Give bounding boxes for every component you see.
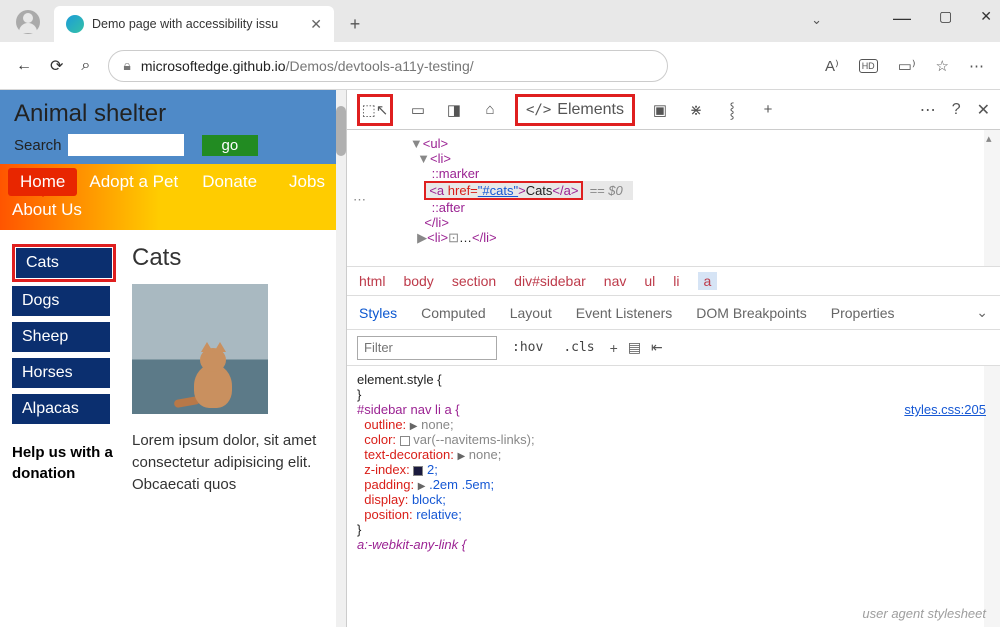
user-agent-label: user agent stylesheet <box>862 606 986 621</box>
computed-icon[interactable]: ▤ <box>628 339 641 356</box>
home-icon[interactable]: ⌂ <box>479 99 501 121</box>
browser-tab[interactable]: Demo page with accessibility issu ✕ <box>54 6 334 42</box>
tab-listeners[interactable]: Event Listeners <box>576 305 673 321</box>
elements-tab[interactable]: </> Elements <box>515 94 635 126</box>
dom-tree[interactable]: ▴ ⋯ ▼<ul> ▼<li> ::marker <a href="#cats"… <box>347 130 1000 266</box>
new-rule-icon[interactable]: + <box>610 340 618 356</box>
back-button[interactable]: ← <box>16 57 32 75</box>
sidebar-cats[interactable]: Cats <box>16 248 112 278</box>
sidebar-sheep[interactable]: Sheep <box>12 322 110 352</box>
cls-toggle[interactable]: .cls <box>558 338 599 357</box>
nav-adopt[interactable]: Adopt a Pet <box>77 168 190 196</box>
app-icon[interactable]: ▣ <box>649 99 671 121</box>
content-heading: Cats <box>132 244 334 272</box>
search-label: Search <box>14 137 62 154</box>
more-icon[interactable]: ⋯ <box>969 57 984 75</box>
demo-page: Animal shelter Search go Home Adopt a Pe… <box>0 90 346 627</box>
address-bar[interactable]: 🔒︎ microsoftedge.github.io/Demos/devtool… <box>108 50 668 82</box>
sidebar-dogs[interactable]: Dogs <box>12 286 110 316</box>
help-text: Help us with a donation <box>12 442 116 484</box>
search-input[interactable] <box>68 134 184 156</box>
styles-tabs: Styles Computed Layout Event Listeners D… <box>347 296 1000 330</box>
crumb-html[interactable]: html <box>359 273 385 289</box>
maximize-button[interactable]: ▢ <box>939 8 952 29</box>
devtools-panel: ⬚↖ ▭ ◨ ⌂ </> Elements ▣ ⋇ ⸾ + ⋯ ? ✕ ▴ ⋯ … <box>346 90 1000 627</box>
lock-icon: 🔒︎ <box>123 57 130 74</box>
hov-toggle[interactable]: :hov <box>507 338 548 357</box>
dock-icon[interactable]: ◨ <box>443 99 465 121</box>
search-icon[interactable]: ⌕ <box>81 57 90 75</box>
crumb-ul[interactable]: ul <box>644 273 655 289</box>
refresh-button[interactable]: ⟳ <box>50 56 63 76</box>
go-button[interactable]: go <box>202 135 259 156</box>
content-text: Lorem ipsum dolor, sit amet consectetur … <box>132 430 334 495</box>
tab-computed[interactable]: Computed <box>421 305 486 321</box>
tabs-chevron-icon[interactable]: ⌄ <box>811 12 822 28</box>
close-devtools-icon[interactable]: ✕ <box>977 100 990 120</box>
page-scrollbar[interactable] <box>336 90 346 627</box>
sidebar-nav: Cats Dogs Sheep Horses Alpacas Help us w… <box>12 244 116 495</box>
nav-about[interactable]: About Us <box>0 196 94 224</box>
nav-donate[interactable]: Donate <box>190 168 269 196</box>
sidebar-alpacas[interactable]: Alpacas <box>12 394 110 424</box>
styles-scrollbar[interactable] <box>984 366 1000 627</box>
crumb-a[interactable]: a <box>698 272 718 290</box>
hd-icon[interactable]: HD <box>859 59 878 73</box>
more-tools-icon[interactable]: ⋯ <box>920 100 936 120</box>
sidebar-horses[interactable]: Horses <box>12 358 110 388</box>
ellipsis-icon[interactable]: ⋯ <box>353 192 367 208</box>
browser-titlebar: Demo page with accessibility issu ✕ + ⌄ … <box>0 0 1000 42</box>
help-icon[interactable]: ? <box>952 101 961 119</box>
crumb-nav[interactable]: nav <box>604 273 627 289</box>
profile-avatar[interactable] <box>16 10 40 34</box>
page-title: Animal shelter <box>14 100 332 128</box>
box-model-icon[interactable]: ⇤ <box>651 339 663 356</box>
tab-breakpoints[interactable]: DOM Breakpoints <box>696 305 806 321</box>
filter-input[interactable] <box>357 336 497 360</box>
styles-pane[interactable]: styles.css:205 element.style { } #sideba… <box>347 366 1000 627</box>
close-window-button[interactable]: ✕ <box>980 8 992 29</box>
minimize-button[interactable]: — <box>893 8 911 29</box>
crumb-sidebar[interactable]: div#sidebar <box>514 273 586 289</box>
favorite-icon[interactable]: ☆ <box>936 57 949 75</box>
styles-toolbar: :hov .cls + ▤ ⇤ <box>347 330 1000 366</box>
new-tab-button[interactable]: + <box>340 9 370 39</box>
browser-toolbar: ← ⟳ ⌕ 🔒︎ microsoftedge.github.io/Demos/d… <box>0 42 1000 90</box>
close-tab-icon[interactable]: ✕ <box>310 16 322 33</box>
crumb-li[interactable]: li <box>673 273 679 289</box>
edge-icon <box>66 15 84 33</box>
cat-image <box>132 284 268 414</box>
nav-jobs[interactable]: Jobs <box>277 168 337 196</box>
tab-title: Demo page with accessibility issu <box>92 17 302 31</box>
reader-icon[interactable]: ▭⁾ <box>898 57 916 75</box>
code-icon: </> <box>526 102 551 118</box>
device-icon[interactable]: ▭ <box>407 99 429 121</box>
add-tool-icon[interactable]: + <box>757 99 779 121</box>
crumb-section[interactable]: section <box>452 273 496 289</box>
read-aloud-icon[interactable]: A⁾ <box>825 57 839 75</box>
network-icon[interactable]: ⸾ <box>721 99 743 121</box>
tab-layout[interactable]: Layout <box>510 305 552 321</box>
breadcrumb: html body section div#sidebar nav ul li … <box>347 266 1000 296</box>
devtools-toolbar: ⬚↖ ▭ ◨ ⌂ </> Elements ▣ ⋇ ⸾ + ⋯ ? ✕ <box>347 90 1000 130</box>
nav-home[interactable]: Home <box>8 168 77 196</box>
chevron-down-icon[interactable]: ⌄ <box>976 304 988 321</box>
tab-styles[interactable]: Styles <box>359 305 397 321</box>
bug-icon[interactable]: ⋇ <box>685 99 707 121</box>
inspect-icon[interactable]: ⬚↖ <box>364 99 386 121</box>
dom-scrollbar[interactable]: ▴ <box>984 130 1000 266</box>
main-nav: Home Adopt a Pet Donate Jobs About Us <box>0 164 346 230</box>
crumb-body[interactable]: body <box>403 273 433 289</box>
tab-properties[interactable]: Properties <box>831 305 895 321</box>
source-link[interactable]: styles.css:205 <box>904 402 986 417</box>
